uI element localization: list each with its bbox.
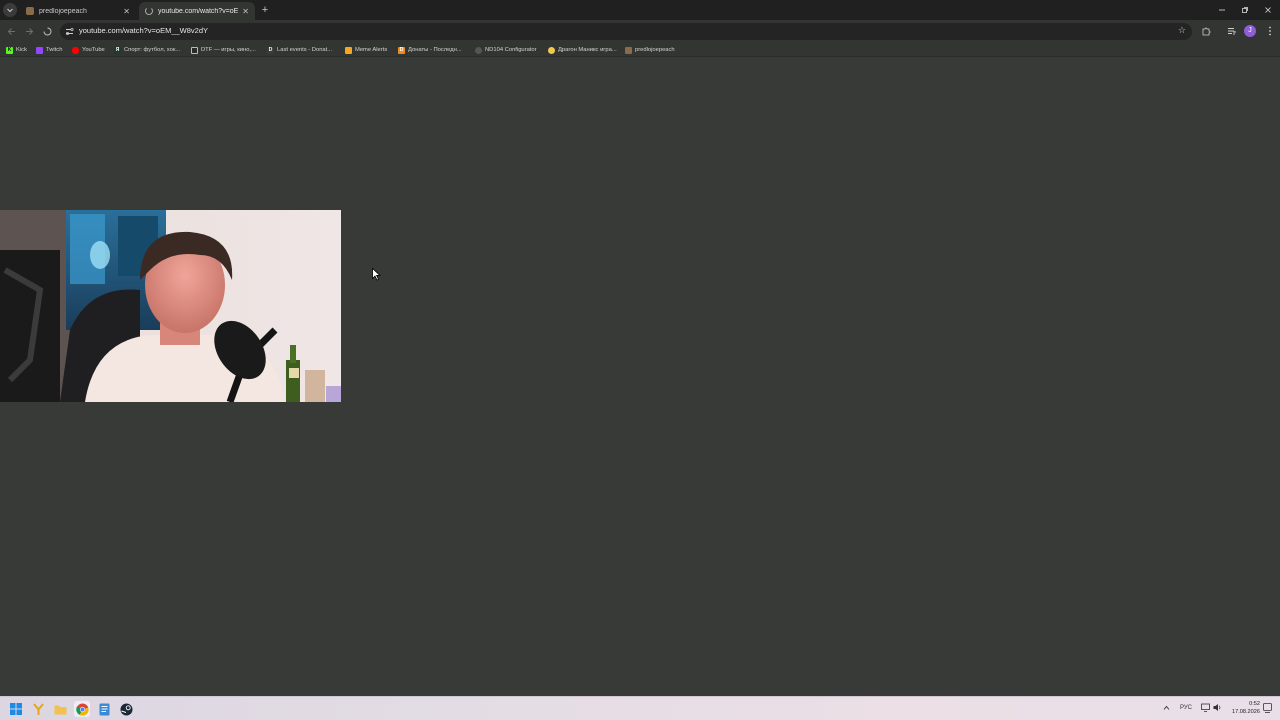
bookmark-label: Спорт: футбол, хок... — [124, 47, 181, 53]
tab-youtube[interactable]: youtube.com/watch?v=oEM__W ✕ — [139, 2, 255, 20]
bookmark-label: Драгон Маникс игра... — [558, 47, 617, 53]
chrome-icon — [75, 703, 89, 716]
bookmark-label: Донаты - Последн... — [408, 47, 462, 53]
profile-avatar[interactable]: J — [1244, 25, 1256, 37]
close-tab-icon[interactable]: ✕ — [242, 7, 249, 16]
chevron-down-icon — [7, 8, 13, 13]
taskbar-steam[interactable] — [118, 701, 134, 717]
bookmark-label: YouTube — [82, 47, 105, 53]
forward-button[interactable] — [22, 24, 36, 38]
loading-spinner-icon — [43, 27, 51, 35]
bookmark-sports[interactable]: Я Спорт: футбол, хок... — [114, 45, 180, 55]
mouse-cursor-icon — [372, 268, 381, 281]
page-icon — [625, 46, 632, 54]
arrow-right-icon — [25, 27, 33, 35]
taskbar-clock[interactable]: 0:52 17.08.2026 — [1228, 700, 1260, 716]
bookmark-label: ND104 Configurator — [485, 47, 537, 53]
address-text[interactable]: youtube.com/watch?v=oEM__W8v2dY — [79, 26, 208, 35]
restore-button[interactable] — [1233, 0, 1257, 20]
bookmark-dragon[interactable]: Драгон Маникс игра... — [548, 45, 617, 55]
tab-search-button[interactable] — [3, 3, 17, 17]
youtube-icon — [72, 46, 79, 54]
taskbar-file-explorer[interactable] — [52, 701, 68, 717]
bookmark-donations[interactable]: D Донаты - Последн... — [398, 45, 462, 55]
bookmark-nd104[interactable]: ND104 Configurator — [475, 45, 537, 55]
webcam-video-frame — [0, 210, 341, 402]
windows-logo-icon — [10, 703, 22, 715]
configurator-icon — [475, 46, 482, 54]
page-favicon-icon — [26, 7, 34, 15]
more-vertical-icon — [1269, 26, 1271, 36]
bookmark-twitch[interactable]: Twitch — [36, 45, 62, 55]
kick-icon: K — [6, 46, 13, 54]
puzzle-icon — [1202, 27, 1211, 36]
notifications-icon[interactable] — [1263, 703, 1272, 713]
restore-icon — [1242, 7, 1248, 13]
tab-title: predlojoepeach — [39, 7, 87, 15]
page-content — [0, 58, 1280, 696]
bookmark-meme-alerts[interactable]: Meme Alerts — [345, 45, 387, 55]
yandex-icon — [32, 702, 44, 715]
back-button[interactable] — [4, 24, 18, 38]
stop-loading-button[interactable] — [40, 24, 54, 38]
loading-spinner-icon — [145, 7, 153, 15]
bookmark-label: DTF — игры, кино,... — [201, 47, 256, 53]
address-bar[interactable]: youtube.com/watch?v=oEM__W8v2dY ☆ — [60, 23, 1192, 40]
bookmarks-bar: K Kick Twitch YouTube Я Спорт: футбол, х… — [0, 43, 1280, 57]
volume-icon[interactable] — [1213, 703, 1222, 712]
minimize-button[interactable] — [1210, 0, 1234, 20]
dragon-icon — [548, 46, 555, 54]
new-tab-button[interactable]: + — [259, 3, 271, 17]
minimize-icon — [1219, 9, 1225, 11]
start-button[interactable] — [8, 701, 24, 717]
video-player[interactable] — [0, 210, 341, 402]
folder-icon — [54, 705, 66, 714]
bookmark-kick[interactable]: K Kick — [6, 45, 27, 55]
tab-strip: predlojoepeach ✕ youtube.com/watch?v=oEM… — [0, 0, 1280, 20]
taskbar-yandex-browser[interactable] — [30, 701, 46, 717]
document-icon — [99, 703, 109, 715]
close-window-button[interactable] — [1256, 0, 1280, 20]
bookmark-label: predlojoepeach — [635, 47, 675, 53]
donation-icon: D — [398, 46, 405, 54]
donationalerts-icon: D — [267, 46, 274, 54]
browser-toolbar: youtube.com/watch?v=oEM__W8v2dY ☆ J — [0, 20, 1280, 43]
media-queue-icon — [1228, 28, 1237, 35]
arrow-left-icon — [7, 27, 15, 35]
bookmark-last-events[interactable]: D Last events - Donat... — [267, 45, 332, 55]
bookmark-star-icon[interactable]: ☆ — [1178, 25, 1186, 36]
tab-predlojoepeach[interactable]: predlojoepeach ✕ — [20, 2, 136, 20]
bookmark-label: Meme Alerts — [355, 47, 388, 53]
steam-icon — [120, 703, 132, 715]
bookmark-dtf[interactable]: DTF — игры, кино,... — [191, 45, 256, 55]
memealerts-icon — [345, 46, 352, 54]
tab-title: youtube.com/watch?v=oEM__W — [158, 7, 239, 15]
site-info-icon[interactable] — [65, 27, 74, 36]
taskbar-app-notes[interactable] — [96, 701, 112, 717]
input-language-indicator[interactable]: РУС — [1180, 705, 1192, 711]
taskbar: РУС 0:52 17.08.2026 — [0, 696, 1280, 720]
bookmark-youtube[interactable]: YouTube — [72, 45, 105, 55]
dtf-icon — [191, 46, 198, 54]
clock-time: 0:52 — [1249, 701, 1260, 707]
bookmark-predlojoepeach[interactable]: predlojoepeach — [625, 45, 675, 55]
network-icon[interactable] — [1201, 703, 1210, 712]
taskbar-chrome[interactable] — [74, 701, 90, 717]
close-tab-icon[interactable]: ✕ — [123, 7, 130, 16]
extensions-button[interactable] — [1199, 24, 1213, 38]
bookmark-label: Twitch — [46, 47, 63, 53]
bookmark-label: Last events - Donat... — [277, 47, 333, 53]
bookmark-label: Kick — [16, 47, 27, 53]
media-controls-button[interactable] — [1225, 24, 1239, 38]
browser-menu-button[interactable] — [1263, 24, 1277, 38]
close-icon — [1265, 7, 1271, 13]
tray-overflow-chevron-icon[interactable] — [1163, 705, 1170, 711]
sports-icon: Я — [114, 46, 121, 54]
clock-date: 17.08.2026 — [1232, 709, 1260, 715]
twitch-icon — [36, 46, 43, 54]
